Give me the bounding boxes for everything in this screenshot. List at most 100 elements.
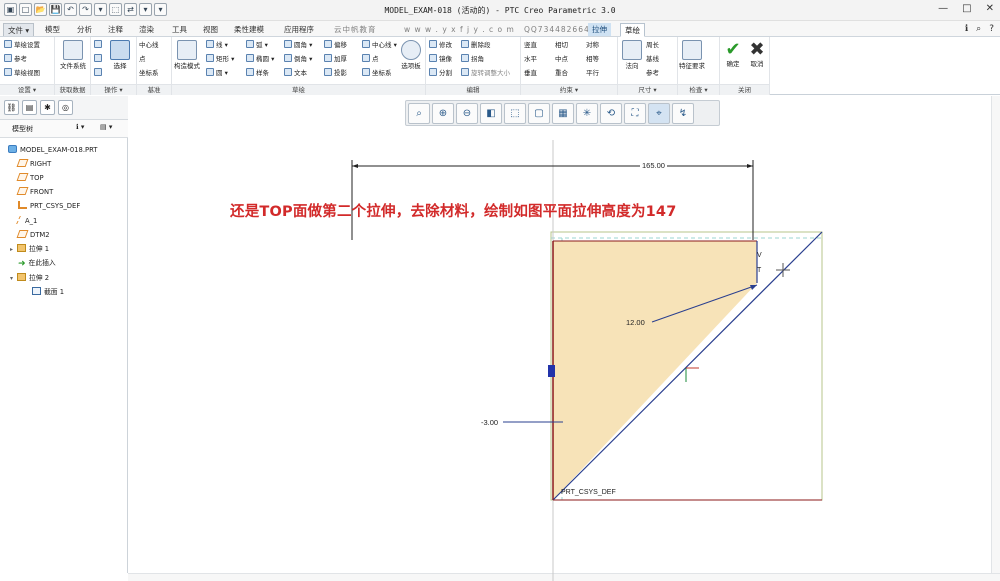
zoom-in-icon[interactable]: ⊕: [432, 103, 454, 124]
sketch-view-icon[interactable]: ⛶: [624, 103, 646, 124]
palette-button[interactable]: 选项板: [398, 40, 424, 70]
rotate-resize-button[interactable]: 旋转调整大小: [461, 68, 510, 79]
horizontal-button[interactable]: 水平: [524, 54, 537, 65]
tree-item-axis[interactable]: A_1: [16, 215, 37, 227]
datum-csys-button[interactable]: 坐标系: [139, 68, 159, 79]
repaint-icon[interactable]: ◧: [480, 103, 502, 124]
tree-item-dtm2[interactable]: DTM2: [16, 229, 50, 241]
dimension-width[interactable]: 165.00: [640, 161, 667, 170]
fillet-button[interactable]: 圆角 ▾: [284, 40, 312, 51]
mirror-button[interactable]: 镜像: [429, 54, 452, 65]
datum-point-button[interactable]: 点: [139, 54, 146, 65]
dimension-offset[interactable]: -3.00: [481, 418, 498, 427]
tab-applications[interactable]: 应用程序: [280, 23, 318, 36]
tree-item-section-1[interactable]: 截面 1: [32, 286, 64, 298]
ok-button[interactable]: ✔ 确定: [720, 40, 746, 69]
text-button[interactable]: 文本: [284, 68, 307, 79]
sketcher-display-icon[interactable]: ⌖: [648, 103, 670, 124]
cancel-button[interactable]: ✖ 取消: [744, 40, 770, 69]
display-style-icon[interactable]: ⬚: [504, 103, 526, 124]
parallel-button[interactable]: 平行: [586, 68, 599, 79]
tab-tools[interactable]: 工具: [168, 23, 191, 36]
expand-icon[interactable]: ▸: [10, 244, 17, 256]
minimize-icon[interactable]: —: [938, 3, 948, 14]
tab-model[interactable]: 模型: [41, 23, 64, 36]
tab-extrude[interactable]: 拉伸: [588, 23, 611, 36]
tab-annotate[interactable]: 注释: [104, 23, 127, 36]
tree-item-csys[interactable]: PRT_CSYS_DEF: [18, 200, 80, 212]
rectangle-button[interactable]: 矩形 ▾: [206, 54, 234, 65]
sketch-setup-button[interactable]: 草绘设置: [4, 40, 40, 51]
tab-sketch[interactable]: 草绘: [620, 23, 645, 37]
coincident-button[interactable]: 重合: [555, 68, 568, 79]
tab-file[interactable]: 文件 ▾: [3, 23, 35, 36]
tree-item-right[interactable]: RIGHT: [16, 158, 51, 170]
project-button[interactable]: 投影: [324, 68, 347, 79]
tree-item-extrude-1[interactable]: ▸ 拉伸 1: [10, 243, 49, 255]
perpendicular-button[interactable]: 垂直: [524, 68, 537, 79]
maximize-icon[interactable]: □: [962, 3, 971, 14]
tab-flexible-modeling[interactable]: 柔性建模: [230, 23, 268, 36]
arc-button[interactable]: 弧 ▾: [246, 40, 268, 51]
ellipse-button[interactable]: 椭圆 ▾: [246, 54, 274, 65]
paste-button[interactable]: [94, 68, 104, 79]
spin-center-icon[interactable]: ⟲: [600, 103, 622, 124]
collapse-icon[interactable]: ▾: [10, 273, 17, 285]
info-icon[interactable]: ℹ: [965, 24, 968, 34]
tree-settings-icon[interactable]: ℹ ▾: [76, 123, 84, 131]
spline-button[interactable]: 样条: [246, 68, 269, 79]
cut-button[interactable]: [94, 40, 104, 51]
tab-view[interactable]: 视图: [199, 23, 222, 36]
vertical-button[interactable]: 竖直: [524, 40, 537, 51]
modify-button[interactable]: 修改: [429, 40, 452, 51]
graphics-window[interactable]: [128, 96, 1000, 581]
sketch-view-button[interactable]: 草绘视图: [4, 68, 40, 79]
offset-button[interactable]: 偏移: [324, 40, 347, 51]
close-icon[interactable]: ✕: [986, 3, 994, 14]
circle-button[interactable]: 圆 ▾: [206, 68, 228, 79]
point-button[interactable]: 点: [362, 54, 379, 65]
tree-filter-icon[interactable]: ▤ ▾: [100, 123, 112, 131]
construction-mode-button[interactable]: 构造模式: [174, 40, 200, 70]
equal-button[interactable]: 相等: [586, 54, 599, 65]
select-button[interactable]: 选择: [107, 40, 133, 70]
tree-item-extrude-2[interactable]: ▾ 拉伸 2: [10, 272, 49, 284]
delete-segment-button[interactable]: 删除段: [461, 40, 491, 51]
constraint-display-icon[interactable]: ↯: [672, 103, 694, 124]
vertical-scrollbar[interactable]: [991, 96, 1000, 581]
tree-item-top[interactable]: TOP: [16, 172, 44, 184]
tree-item-part[interactable]: MODEL_EXAM-018.PRT: [8, 144, 97, 156]
csys-button[interactable]: 坐标系: [362, 68, 392, 79]
datum-display-icon[interactable]: ✳: [576, 103, 598, 124]
thicken-button[interactable]: 加厚: [324, 54, 347, 65]
baseline-button[interactable]: 基线: [646, 54, 659, 65]
file-system-button[interactable]: 文件系统: [60, 40, 86, 70]
refit-icon[interactable]: ⌕: [408, 103, 430, 124]
tab-render[interactable]: 渲染: [135, 23, 158, 36]
tree-item-insert-here[interactable]: ➜ 在此插入: [18, 257, 56, 269]
midpoint-button[interactable]: 中点: [555, 54, 568, 65]
tab-analysis[interactable]: 分析: [73, 23, 96, 36]
feature-requirements-button[interactable]: 特征要求: [679, 40, 705, 70]
dimension-slant[interactable]: 12.00: [626, 318, 645, 327]
reference-button[interactable]: 参考: [646, 68, 659, 79]
copy-button[interactable]: [94, 54, 104, 65]
model-tree-tab-icon[interactable]: ⛓: [4, 100, 19, 115]
favorites-tab-icon[interactable]: ✱: [40, 100, 55, 115]
help-icon[interactable]: ?: [989, 24, 994, 34]
search-icon[interactable]: ⌕: [976, 24, 981, 34]
tree-item-front[interactable]: FRONT: [16, 186, 53, 198]
line-button[interactable]: 线 ▾: [206, 40, 228, 51]
normal-dimension-button[interactable]: 法向: [619, 40, 645, 70]
datum-centerline-button[interactable]: 中心线: [139, 40, 159, 51]
perimeter-button[interactable]: 周长: [646, 40, 659, 51]
symmetric-button[interactable]: 对称: [586, 40, 599, 51]
divide-button[interactable]: 分割: [429, 68, 452, 79]
chamfer-button[interactable]: 倒角 ▾: [284, 54, 312, 65]
corner-button[interactable]: 拐角: [461, 54, 484, 65]
tangent-button[interactable]: 相切: [555, 40, 568, 51]
layer-tree-tab-icon[interactable]: ▤: [22, 100, 37, 115]
horizontal-scrollbar[interactable]: [128, 573, 1000, 581]
saved-orientations-icon[interactable]: ▢: [528, 103, 550, 124]
references-button[interactable]: 参考: [4, 54, 27, 65]
